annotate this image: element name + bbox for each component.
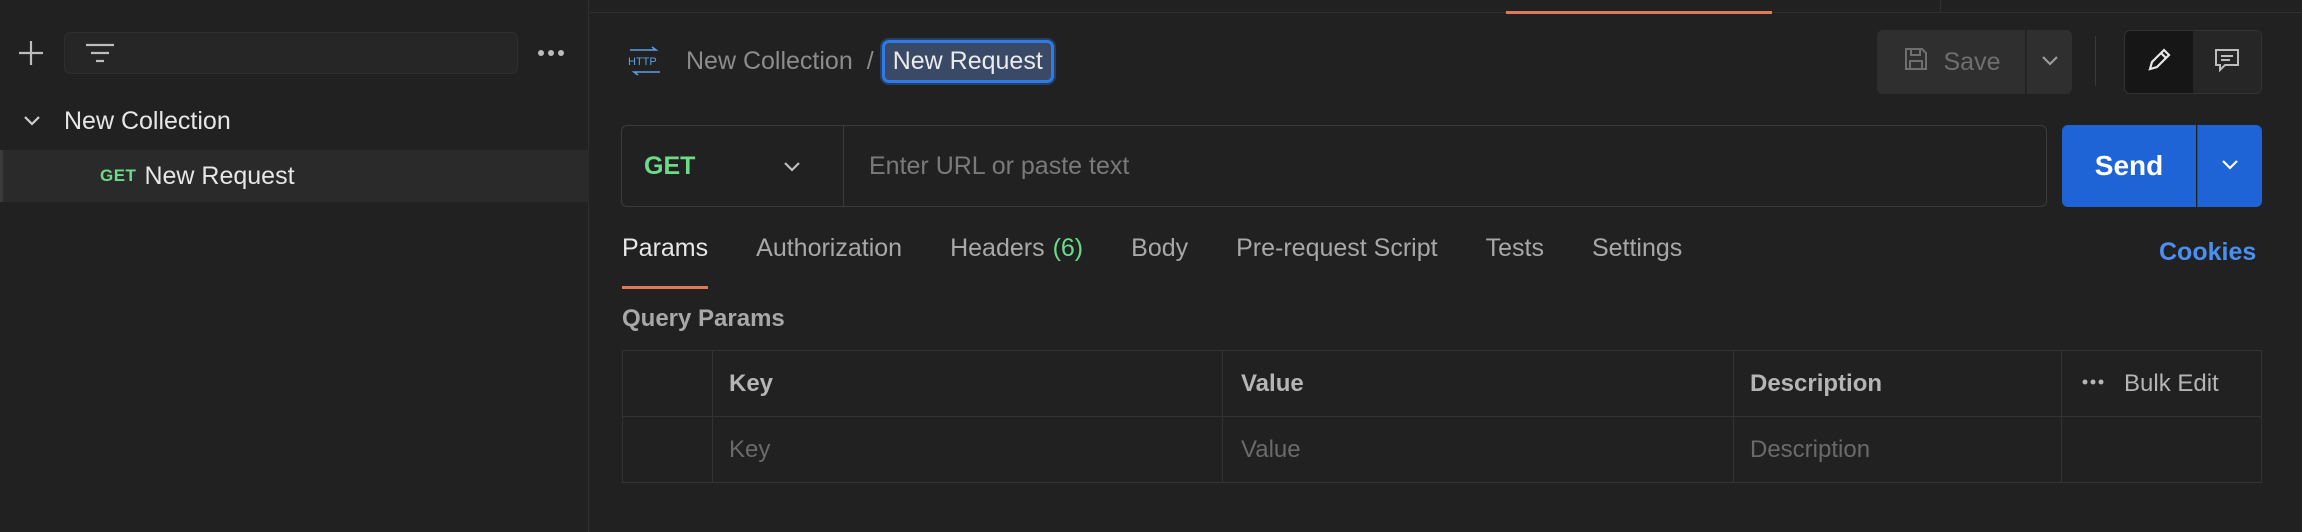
tab-strip-border [590, 12, 2302, 13]
row-checkbox-cell [623, 417, 713, 483]
request-label: New Request [144, 161, 295, 190]
chevron-down-icon [781, 155, 803, 177]
url-input[interactable] [844, 126, 2046, 206]
key-header-label: Key [729, 370, 774, 397]
request-name-editable[interactable]: New Request [881, 39, 1054, 83]
save-group: Save [1877, 30, 2072, 94]
request-editor: HTTP New Collection / New Request Save G… [590, 0, 2302, 532]
method-select[interactable]: GET [622, 126, 844, 206]
request-tabs: Params Authorization Headers (6) Body Pre… [622, 234, 1730, 289]
pencil-icon [2144, 45, 2174, 80]
headers-count-badge: (6) [1052, 234, 1084, 262]
save-options-button[interactable] [2026, 30, 2072, 94]
plus-icon[interactable] [14, 36, 48, 70]
tab-authorization[interactable]: Authorization [756, 234, 902, 277]
key-input[interactable]: Key [713, 417, 1223, 483]
query-params-title: Query Params [622, 305, 785, 332]
comments-button[interactable] [2193, 31, 2261, 93]
toolbar-divider [2095, 36, 2096, 86]
value-header-label: Value [1241, 370, 1304, 397]
save-button[interactable]: Save [1877, 30, 2025, 94]
more-horizontal-icon[interactable] [2080, 369, 2106, 400]
sidebar-toolbar [0, 24, 589, 82]
tab-body[interactable]: Body [1131, 234, 1188, 277]
method-value: GET [644, 151, 696, 180]
url-bar: GET [621, 125, 2047, 207]
http-icon-text: HTTP [628, 56, 657, 68]
more-horizontal-icon[interactable] [534, 36, 568, 70]
tab-settings[interactable]: Settings [1592, 234, 1682, 277]
value-column-header: Value [1223, 351, 1734, 417]
description-column-header: Description [1734, 351, 2062, 417]
breadcrumb: HTTP New Collection / New Request [626, 36, 1054, 86]
table-actions: Bulk Edit [2062, 351, 2261, 417]
cookies-link[interactable]: Cookies [2159, 238, 2256, 267]
row-actions-cell [2062, 417, 2261, 483]
collection-item[interactable]: New Collection [0, 95, 589, 147]
save-icon [1902, 45, 1930, 80]
save-label: Save [1943, 47, 2001, 76]
tab-divider [1940, 0, 1941, 12]
sidebar: New Collection GET New Request [0, 0, 589, 532]
query-params-table: Key Value Description Bulk Edit Key Valu… [622, 350, 2262, 483]
collection-label: New Collection [64, 106, 231, 135]
tab-params[interactable]: Params [622, 234, 709, 289]
table-header-row: Key Value Description Bulk Edit [623, 351, 2261, 417]
tab-tests[interactable]: Tests [1486, 234, 1544, 277]
send-group: Send [2062, 125, 2262, 207]
sidebar-search-input[interactable] [64, 32, 518, 74]
comment-icon [2212, 45, 2242, 80]
checkbox-column-header [623, 351, 713, 417]
tab-headers[interactable]: Headers (6) [950, 234, 1083, 277]
request-item[interactable]: GET New Request [0, 150, 589, 202]
bulk-edit-button[interactable]: Bulk Edit [2124, 370, 2219, 398]
tab-pre-request-script[interactable]: Pre-request Script [1236, 234, 1437, 277]
breadcrumb-separator: / [866, 46, 874, 75]
send-options-button[interactable] [2197, 125, 2262, 207]
description-placeholder: Description [1750, 436, 1871, 463]
value-input[interactable]: Value [1223, 417, 1734, 483]
chevron-down-icon[interactable] [22, 111, 42, 131]
edit-button[interactable] [2125, 31, 2193, 93]
breadcrumb-collection[interactable]: New Collection [686, 47, 853, 76]
value-placeholder: Value [1241, 436, 1301, 463]
send-button[interactable]: Send [2062, 125, 2196, 207]
view-mode-group [2124, 30, 2262, 94]
chevron-down-icon [2040, 50, 2060, 75]
request-method-badge: GET [100, 166, 137, 185]
description-input[interactable]: Description [1734, 417, 2062, 483]
key-placeholder: Key [729, 436, 771, 463]
filter-icon[interactable] [83, 41, 117, 67]
table-row: Key Value Description [623, 417, 2261, 483]
http-icon: HTTP [626, 46, 664, 76]
active-tab-indicator [1506, 11, 1772, 14]
chevron-down-icon [2219, 153, 2241, 180]
description-header-label: Description [1750, 370, 1883, 397]
key-column-header: Key [713, 351, 1223, 417]
tab-headers-label: Headers [950, 234, 1045, 262]
